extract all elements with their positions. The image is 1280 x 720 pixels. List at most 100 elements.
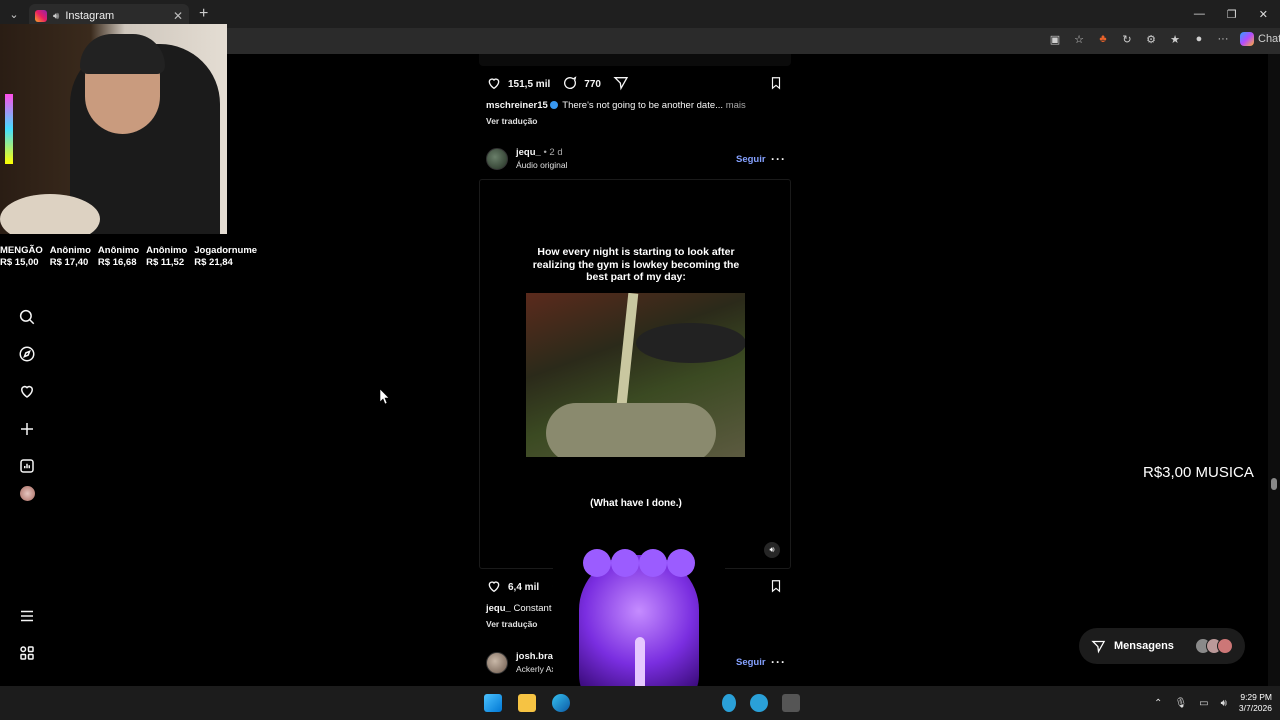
caption-username[interactable]: jequ_ xyxy=(486,603,511,614)
stream-overlay-text: R$3,00 MUSICA xyxy=(1143,464,1254,481)
search-icon[interactable] xyxy=(16,306,38,328)
post2-audio[interactable]: Áudio original xyxy=(516,159,568,171)
start-icon[interactable] xyxy=(484,694,502,712)
profile-avatar[interactable] xyxy=(16,482,38,504)
comment-count[interactable]: 770 xyxy=(584,79,601,90)
more-menu-icon[interactable]: ··· xyxy=(1216,33,1230,45)
clock-date: 3/7/2026 xyxy=(1238,703,1272,713)
profile-icon[interactable]: ● xyxy=(1192,33,1206,45)
system-clock[interactable]: 9:29 PM 3/7/2026 xyxy=(1239,692,1272,714)
caption-more-link[interactable]: mais xyxy=(726,100,746,111)
copilot-chat-button[interactable]: Chat xyxy=(1240,32,1280,46)
close-tab-icon[interactable]: ✕ xyxy=(173,9,183,23)
donation-item: Anônimo R$ 11,52 xyxy=(146,245,187,269)
system-tray: ⌃ 🎙︎ ▭ 🔊︎ 9:29 PM 3/7/2026 xyxy=(1154,692,1272,714)
clock-time: 9:29 PM xyxy=(1240,692,1272,702)
donation-amount: R$ 11,52 xyxy=(146,257,185,268)
tab-list-button[interactable]: ⌄ xyxy=(3,3,25,25)
follow-button[interactable]: Seguir xyxy=(736,154,766,165)
apps-icon[interactable] xyxy=(16,642,38,664)
bookmark-icon[interactable] xyxy=(769,75,783,91)
post3-audio[interactable]: Ackerly Ax xyxy=(516,663,558,675)
app-icon[interactable] xyxy=(722,694,736,712)
streamer-cap xyxy=(80,34,165,74)
refresh-extension-icon[interactable]: ↻ xyxy=(1120,33,1134,46)
post2-time: • 2 d xyxy=(543,147,563,158)
chat-label: Chat xyxy=(1258,33,1280,45)
speaker-icon[interactable]: 🔊︎ xyxy=(53,11,59,22)
donation-name: Anônimo xyxy=(97,245,140,256)
volume-icon[interactable]: 🔊︎ xyxy=(764,542,780,558)
post2-avatar[interactable] xyxy=(486,148,508,170)
donation-name: Anônimo xyxy=(49,245,91,256)
statue-curl xyxy=(639,549,667,577)
display-icon[interactable]: ▭ xyxy=(1199,698,1208,709)
dashboard-icon[interactable] xyxy=(16,455,38,477)
post1-caption: mschreiner15 There's not going to be ano… xyxy=(486,100,746,111)
close-window-button[interactable]: ✕ xyxy=(1259,8,1268,21)
comment-icon[interactable] xyxy=(562,75,578,94)
more-options-icon[interactable]: ··· xyxy=(771,655,786,669)
microphone-icon[interactable]: 🎙︎ xyxy=(1174,698,1187,709)
instagram-icon xyxy=(35,10,47,22)
messages-button[interactable]: Mensagens xyxy=(1079,628,1245,664)
avatar xyxy=(1217,638,1233,654)
copilot-icon xyxy=(1240,32,1254,46)
donation-amount: R$ 17,40 xyxy=(49,257,89,268)
donation-ticker: MENGÃO R$ 15,00 Anônimo R$ 17,40 Anônimo… xyxy=(0,245,257,269)
direct-message-icon xyxy=(1091,640,1106,653)
see-translation-link[interactable]: Ver tradução xyxy=(486,116,538,126)
split-screen-icon[interactable]: ▣ xyxy=(1048,33,1062,46)
bookmark-icon[interactable] xyxy=(769,578,783,594)
tab-title: Instagram xyxy=(65,10,115,22)
menu-icon[interactable] xyxy=(16,605,38,627)
previous-post-media xyxy=(479,54,791,66)
chevron-up-icon[interactable]: ⌃ xyxy=(1154,698,1162,709)
like-count[interactable]: 6,4 mil xyxy=(508,582,539,593)
more-options-icon[interactable]: ··· xyxy=(771,152,786,166)
favorite-star-icon[interactable]: ☆ xyxy=(1072,33,1086,46)
file-explorer-icon[interactable] xyxy=(518,694,536,712)
media-subtitle: (What have I done.) xyxy=(590,498,682,509)
scrollbar-thumb[interactable] xyxy=(1271,478,1277,490)
arm-legs xyxy=(546,403,716,457)
post3-avatar[interactable] xyxy=(486,652,508,674)
favorites-icon[interactable]: ★ xyxy=(1168,33,1182,46)
weight-plate xyxy=(636,323,745,363)
like-count[interactable]: 151,5 mil xyxy=(508,79,550,90)
extension-icon[interactable]: ♣ xyxy=(1096,33,1110,45)
new-tab-button[interactable]: + xyxy=(199,5,208,23)
post2-username[interactable]: jequ_ xyxy=(516,147,541,158)
telegram-icon[interactable] xyxy=(750,694,768,712)
app-icon[interactable] xyxy=(782,694,800,712)
follow-button[interactable]: Seguir xyxy=(736,657,766,668)
mouse-cursor-icon xyxy=(379,388,390,409)
edge-icon[interactable] xyxy=(552,694,570,712)
page-scrollbar[interactable] xyxy=(1268,54,1280,686)
like-icon[interactable] xyxy=(486,578,502,597)
post2-media[interactable]: How every night is starting to look afte… xyxy=(479,179,791,569)
puzzle-icon[interactable]: ⚙ xyxy=(1144,33,1158,46)
see-translation-link[interactable]: Ver tradução xyxy=(486,619,538,629)
donation-item: Jogadornume R$ 21,84 xyxy=(194,245,257,269)
share-icon[interactable] xyxy=(613,75,629,94)
like-icon[interactable] xyxy=(486,75,502,94)
minimize-button[interactable]: — xyxy=(1194,8,1205,21)
volume-icon[interactable]: 🔊︎ xyxy=(1221,698,1227,709)
media-caption-text: How every night is starting to look afte… xyxy=(532,246,740,283)
webcam-overlay xyxy=(0,24,227,234)
donation-name: Jogadornume xyxy=(194,245,258,256)
donation-name: MENGÃO xyxy=(0,245,43,256)
explore-icon[interactable] xyxy=(16,343,38,365)
post3-username[interactable]: josh.brak xyxy=(516,651,558,662)
create-icon[interactable] xyxy=(16,418,38,440)
windows-taskbar: ⌃ 🎙︎ ▭ 🔊︎ 9:29 PM 3/7/2026 xyxy=(0,686,1280,720)
caption-text: There's not going to be another date... xyxy=(562,100,724,111)
restore-button[interactable]: ❐ xyxy=(1227,8,1237,21)
donation-item: MENGÃO R$ 15,00 xyxy=(0,245,43,269)
post2-caption: jequ_ Constant s xyxy=(486,603,559,614)
donation-item: Anônimo R$ 17,40 xyxy=(50,245,91,269)
caption-username[interactable]: mschreiner15 xyxy=(486,100,548,111)
heart-icon[interactable] xyxy=(16,380,38,402)
rgb-light xyxy=(5,94,13,164)
